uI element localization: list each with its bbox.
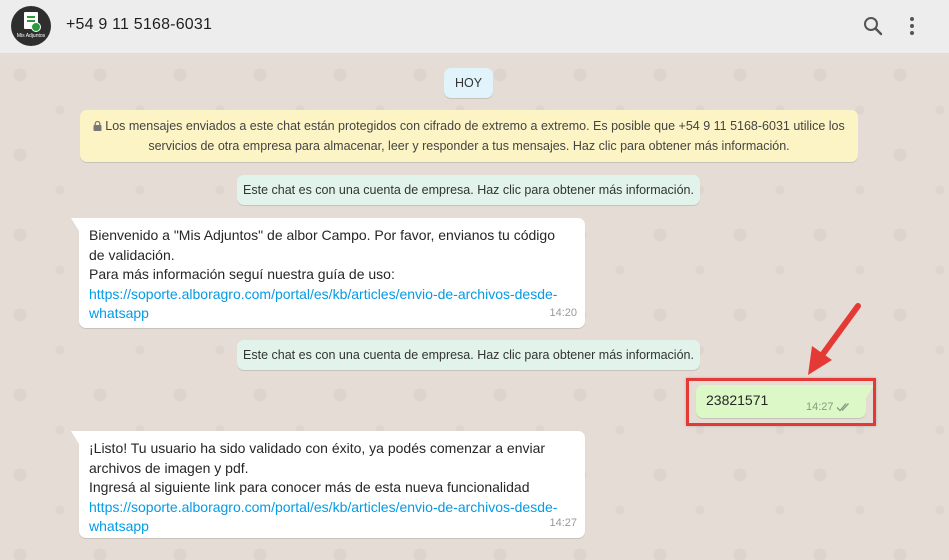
highlight-box — [686, 378, 876, 426]
contact-name[interactable]: +54 9 11 5168-6031 — [66, 16, 212, 34]
menu-dots-icon[interactable] — [900, 14, 924, 38]
guide-link[interactable]: https://soporte.alboragro.com/portal/es/… — [89, 498, 575, 518]
date-chip: HOY — [444, 68, 493, 98]
message-text: archivos de imagen y pdf. — [89, 459, 249, 476]
arrow-icon — [808, 303, 861, 375]
message-time: 14:27 — [549, 516, 577, 529]
add-icon — [31, 22, 41, 32]
message-text: Para más información seguí nuestra guía … — [89, 266, 395, 282]
chat-panel[interactable]: HOY Los mensajes enviados a este chat es… — [0, 55, 949, 560]
avatar-label: Mis Adjuntos — [16, 33, 46, 39]
incoming-message: Bienvenido a "Mis Adjuntos" de albor Cam… — [71, 218, 585, 328]
message-text: Bienvenido a "Mis Adjuntos" de albor Cam… — [89, 227, 555, 243]
message-text: de validación. — [89, 246, 175, 263]
chat-header: Mis Adjuntos +54 9 11 5168-6031 — [0, 0, 949, 54]
guide-link[interactable]: whatsapp — [89, 517, 575, 537]
encryption-line-2: servicios de otra empresa para almacenar… — [148, 139, 790, 153]
search-icon[interactable] — [861, 14, 885, 38]
encryption-line-1: Los mensajes enviados a este chat están … — [90, 116, 848, 136]
message-text: Ingresá al siguiente link para conocer m… — [89, 479, 530, 495]
encryption-notice[interactable]: Los mensajes enviados a este chat están … — [80, 110, 858, 162]
business-account-notice[interactable]: Este chat es con una cuenta de empresa. … — [237, 340, 700, 370]
incoming-message: ¡Listo! Tu usuario ha sido validado con … — [71, 431, 585, 538]
message-text: ¡Listo! Tu usuario ha sido validado con … — [89, 440, 546, 456]
guide-link[interactable]: https://soporte.alboragro.com/portal/es/… — [89, 285, 575, 305]
encryption-text-1: Los mensajes enviados a este chat están … — [105, 119, 845, 133]
lock-icon — [93, 121, 102, 131]
contact-avatar[interactable]: Mis Adjuntos — [11, 6, 51, 46]
message-time: 14:20 — [549, 306, 577, 319]
guide-link[interactable]: whatsapp — [89, 304, 575, 324]
business-account-notice[interactable]: Este chat es con una cuenta de empresa. … — [237, 175, 700, 205]
